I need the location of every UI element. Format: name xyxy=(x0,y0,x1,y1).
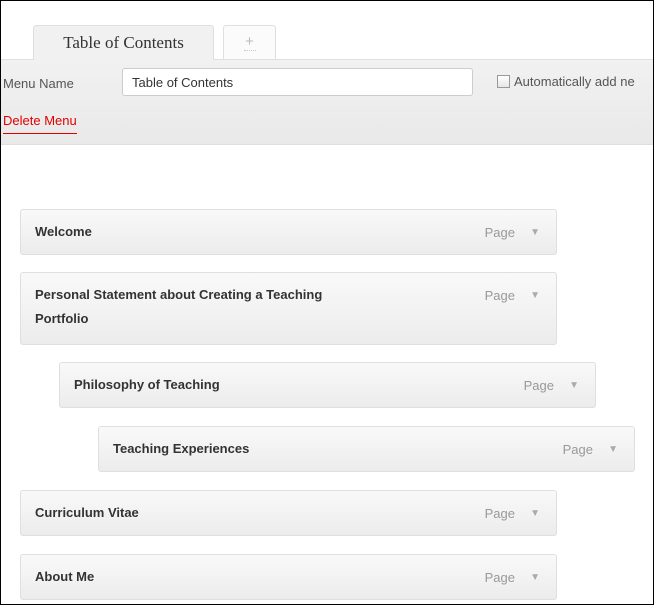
menu-item-title: Welcome xyxy=(35,224,92,239)
menu-item-title: Curriculum Vitae xyxy=(35,505,139,520)
menu-item-title: Teaching Experiences xyxy=(113,441,250,456)
chevron-down-icon[interactable]: ▼ xyxy=(530,225,540,241)
menu-item-type: Page xyxy=(523,378,554,393)
menu-item-type: Page xyxy=(484,570,515,585)
menu-item-welcome[interactable]: Welcome Page ▼ xyxy=(20,209,557,255)
chevron-down-icon[interactable]: ▼ xyxy=(530,288,540,304)
chevron-down-icon[interactable]: ▼ xyxy=(530,506,540,522)
menu-name-label: Menu Name xyxy=(3,76,74,91)
tab-table-of-contents[interactable]: Table of Contents xyxy=(33,25,214,60)
menu-name-input[interactable] xyxy=(122,68,473,96)
auto-add-option[interactable]: Automatically add ne xyxy=(497,74,635,89)
tab-label: Table of Contents xyxy=(63,33,184,52)
auto-add-checkbox[interactable] xyxy=(497,75,510,88)
menu-item-type: Page xyxy=(484,506,515,521)
menu-item-type: Page xyxy=(484,225,515,240)
delete-menu-link[interactable]: Delete Menu xyxy=(3,113,77,134)
chevron-down-icon[interactable]: ▼ xyxy=(608,442,618,458)
menu-tabs: Table of Contents + xyxy=(1,1,653,60)
menu-item-list: Welcome Page ▼ Personal Statement about … xyxy=(1,145,653,604)
menu-item-personal-statement[interactable]: Personal Statement about Creating a Teac… xyxy=(20,272,557,345)
menu-item-philosophy-of-teaching[interactable]: Philosophy of Teaching Page ▼ xyxy=(59,362,596,408)
chevron-down-icon[interactable]: ▼ xyxy=(530,570,540,586)
menu-item-title: About Me xyxy=(35,569,95,584)
menu-item-title: Personal Statement about Creating a Teac… xyxy=(35,287,323,326)
menu-item-title: Philosophy of Teaching xyxy=(74,377,220,392)
menu-item-type: Page xyxy=(562,442,593,457)
chevron-down-icon[interactable]: ▼ xyxy=(569,378,579,394)
menu-editor-frame: Table of Contents + Menu Name Automatica… xyxy=(0,0,654,605)
plus-underline xyxy=(244,50,256,51)
menu-item-type: Page xyxy=(484,288,515,303)
auto-add-label: Automatically add ne xyxy=(514,74,635,89)
menu-header: Menu Name Automatically add ne Delete Me… xyxy=(1,59,653,145)
add-menu-tab[interactable]: + xyxy=(223,25,276,59)
menu-item-about-me[interactable]: About Me Page ▼ xyxy=(20,554,557,600)
plus-icon: + xyxy=(245,33,254,50)
menu-item-curriculum-vitae[interactable]: Curriculum Vitae Page ▼ xyxy=(20,490,557,536)
menu-item-teaching-experiences[interactable]: Teaching Experiences Page ▼ xyxy=(98,426,635,472)
